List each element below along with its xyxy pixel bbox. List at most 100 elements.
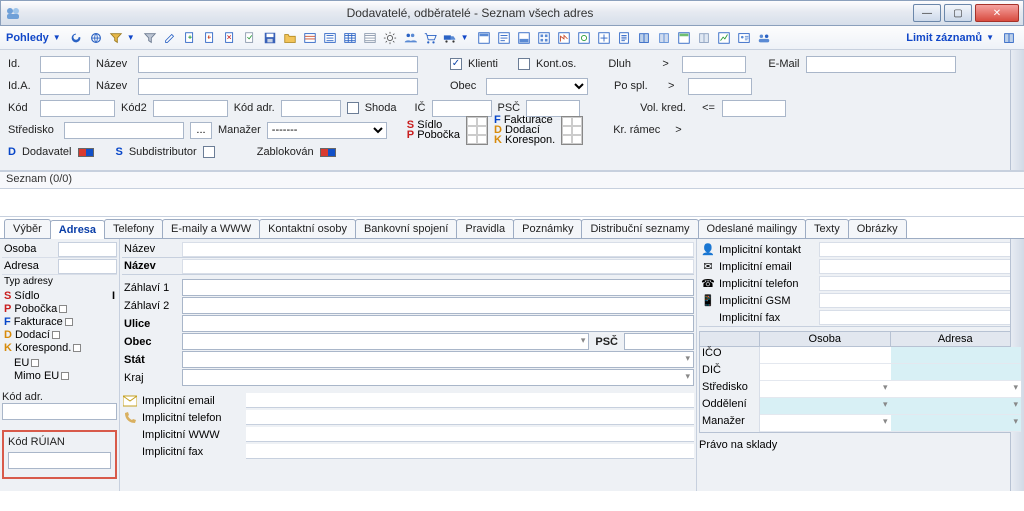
manazer-osoba[interactable] — [760, 415, 891, 432]
form3-icon[interactable] — [515, 29, 533, 47]
shoda-checkbox[interactable] — [347, 102, 359, 114]
close-button[interactable]: ✕ — [975, 4, 1019, 22]
obec-select[interactable] — [486, 78, 588, 95]
m-psc-input[interactable] — [624, 333, 694, 350]
book3-icon[interactable] — [695, 29, 713, 47]
pospl-input[interactable] — [688, 78, 752, 95]
book-end-icon[interactable] — [1000, 29, 1018, 47]
book2-icon[interactable] — [655, 29, 673, 47]
ida-input[interactable] — [40, 78, 90, 95]
m-stat-select[interactable] — [182, 351, 694, 368]
list2-icon[interactable] — [321, 29, 339, 47]
m-ulice-input[interactable] — [182, 315, 694, 332]
people-icon[interactable] — [401, 29, 419, 47]
nazev-input[interactable] — [138, 56, 418, 73]
filter-scrollbar[interactable] — [1010, 50, 1024, 170]
adresa-value[interactable] — [58, 259, 117, 274]
kodadr-input[interactable] — [281, 100, 341, 117]
people2-icon[interactable] — [755, 29, 773, 47]
r-imp-kontakt-value[interactable] — [819, 242, 1022, 257]
tab-distribu-n-seznamy[interactable]: Distribuční seznamy — [581, 219, 698, 238]
tab-obr-zky[interactable]: Obrázky — [848, 219, 907, 238]
oddel-osoba[interactable] — [760, 398, 891, 415]
kod2-input[interactable] — [153, 100, 228, 117]
m-zahlavi2-input[interactable] — [182, 297, 694, 314]
kontos-checkbox[interactable] — [518, 58, 530, 70]
refresh-icon[interactable] — [67, 29, 85, 47]
ico-osoba[interactable] — [760, 347, 891, 364]
sp-grid[interactable] — [466, 116, 488, 145]
edit-icon[interactable] — [161, 29, 179, 47]
ic-input[interactable] — [432, 100, 492, 117]
r-imp-telefon-value[interactable] — [819, 276, 1022, 291]
book1-icon[interactable] — [635, 29, 653, 47]
m-kraj-select[interactable] — [182, 369, 694, 386]
oddel-adresa[interactable] — [891, 398, 1022, 415]
dic-adresa[interactable] — [891, 364, 1022, 381]
at-eu-marker[interactable] — [31, 359, 39, 367]
kodruian-input[interactable] — [8, 452, 111, 469]
list4-icon[interactable] — [361, 29, 379, 47]
save-icon[interactable] — [261, 29, 279, 47]
tab-kontaktn-osoby[interactable]: Kontaktní osoby — [259, 219, 356, 238]
ico-adresa[interactable] — [891, 347, 1022, 364]
filter2-icon[interactable] — [141, 29, 159, 47]
truck-dropdown-icon[interactable]: ▼ — [461, 33, 469, 42]
views-dropdown-icon[interactable]: ▼ — [53, 33, 61, 42]
truck-icon[interactable] — [441, 29, 459, 47]
tab-pozn-mky[interactable]: Poznámky — [513, 219, 582, 238]
maximize-button[interactable]: ▢ — [944, 4, 972, 22]
funnel-dropdown-icon[interactable]: ▼ — [127, 33, 135, 42]
limit-dropdown-icon[interactable]: ▼ — [986, 33, 994, 42]
at-korespond-marker[interactable] — [73, 344, 81, 352]
m-obec-select[interactable] — [182, 333, 589, 350]
osoba-value[interactable] — [58, 242, 117, 257]
tab-pravidla[interactable]: Pravidla — [456, 219, 514, 238]
filter-funnel-icon[interactable] — [107, 29, 125, 47]
r-imp-fax-value[interactable] — [819, 310, 1022, 325]
manazer-adresa[interactable] — [891, 415, 1022, 432]
at-dodaci-marker[interactable] — [52, 331, 60, 339]
tab-telefony[interactable]: Telefony — [104, 219, 163, 238]
tab-texty[interactable]: Texty — [805, 219, 849, 238]
form8-icon[interactable] — [715, 29, 733, 47]
tab-v-b-r[interactable]: Výběr — [4, 219, 51, 238]
m-zahlavi1-input[interactable] — [182, 279, 694, 296]
new-doc-icon[interactable] — [181, 29, 199, 47]
id-input[interactable] — [40, 56, 90, 73]
form-green-icon[interactable] — [675, 29, 693, 47]
m-nazev-value[interactable] — [182, 242, 694, 257]
klienti-checkbox[interactable] — [450, 58, 462, 70]
dodavatel-toggle[interactable] — [78, 148, 94, 157]
at-pobocka-marker[interactable] — [59, 305, 67, 313]
check-doc-icon[interactable] — [241, 29, 259, 47]
tab-bankovn-spojen-[interactable]: Bankovní spojení — [355, 219, 457, 238]
stredisko-input[interactable] — [64, 122, 184, 139]
kodadr2-input[interactable] — [2, 403, 117, 420]
zablokovan-toggle[interactable] — [320, 148, 336, 157]
manazer-select[interactable]: ------- — [267, 122, 387, 139]
form5-icon[interactable] — [555, 29, 573, 47]
m-nazev2-value[interactable] — [182, 259, 694, 274]
cart-icon[interactable] — [421, 29, 439, 47]
form1-icon[interactable] — [475, 29, 493, 47]
stred-osoba[interactable] — [760, 381, 891, 398]
form6-icon[interactable] — [575, 29, 593, 47]
delete-doc-icon[interactable] — [221, 29, 239, 47]
m-imp-www-value[interactable] — [246, 427, 694, 442]
nazev2-input[interactable] — [138, 78, 418, 95]
tab-adresa[interactable]: Adresa — [50, 220, 105, 239]
m-imp-fax-value[interactable] — [246, 444, 694, 459]
open-folder-icon[interactable] — [281, 29, 299, 47]
fdk-grid[interactable] — [561, 116, 583, 145]
form2-icon[interactable] — [495, 29, 513, 47]
stredisko-browse-button[interactable]: ... — [190, 122, 212, 139]
stred-adresa[interactable] — [891, 381, 1022, 398]
kod-input[interactable] — [40, 100, 115, 117]
gear-icon[interactable] — [381, 29, 399, 47]
volkred-input[interactable] — [722, 100, 786, 117]
r-imp-gsm-value[interactable] — [819, 293, 1022, 308]
tab-e-maily-a-www[interactable]: E-maily a WWW — [162, 219, 260, 238]
subdistributor-checkbox[interactable] — [203, 146, 215, 158]
doc-lines-icon[interactable] — [615, 29, 633, 47]
